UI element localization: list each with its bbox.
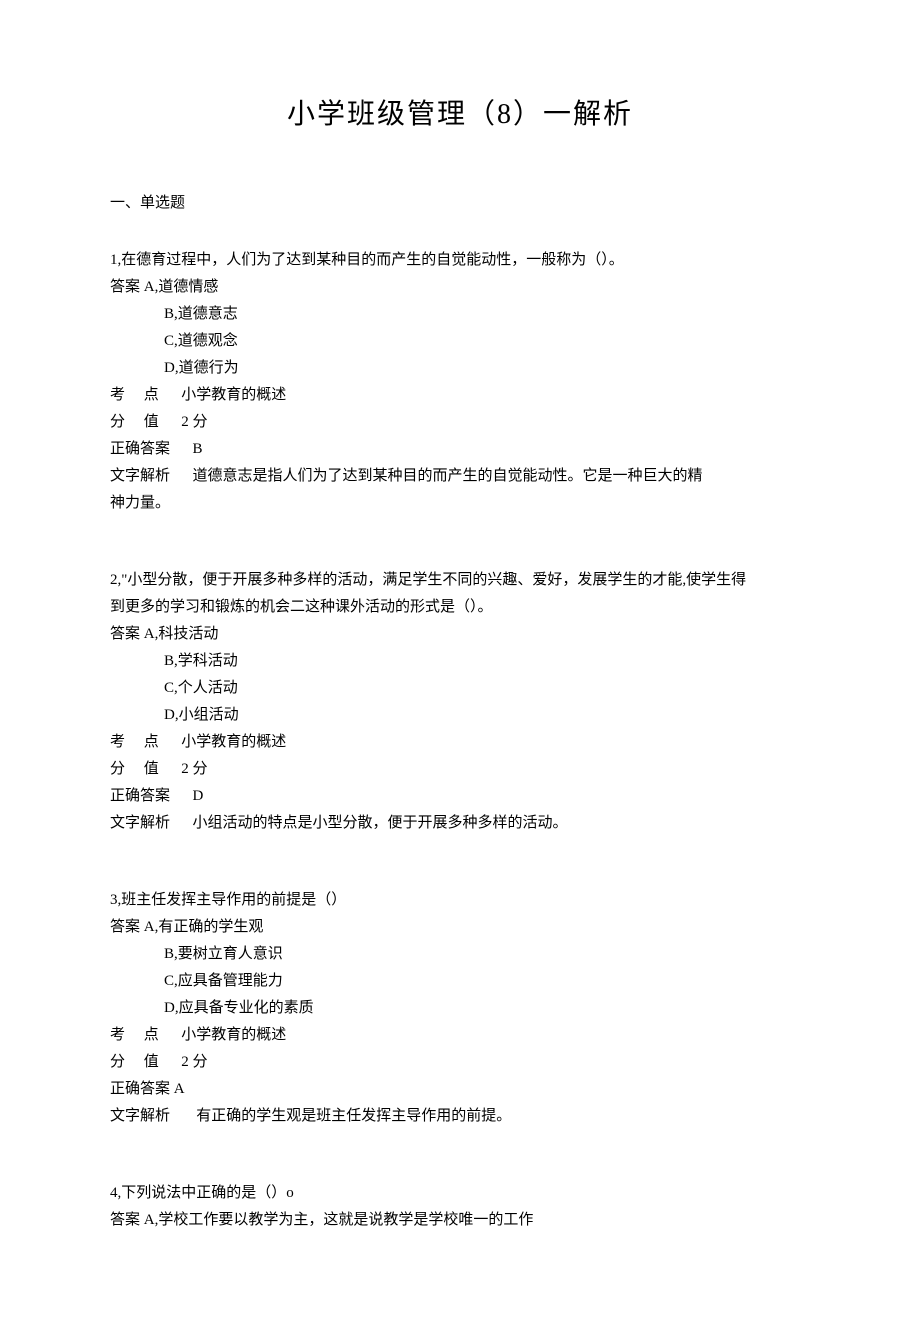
explain-row: 文字解析 小组活动的特点是小型分散，便于开展多种多样的活动。 [110,810,810,837]
correct-row: 正确答案 D [110,783,810,810]
section-header: 一、单选题 [110,190,810,217]
explain-row: 文字解析 道德意志是指人们为了达到某种目的而产生的自觉能动性。它是一种巨大的精 [110,463,810,490]
score-value: 2 分 [181,409,207,436]
score-label: 分 值 [110,409,159,436]
correct-row: 正确答案 A [110,1076,810,1103]
answer-a-line: 答案 A,道德情感 [110,274,810,301]
answer-a-line: 答案 A,有正确的学生观 [110,914,810,941]
topic-label: 考 点 [110,382,159,409]
score-value: 2 分 [181,1049,207,1076]
answer-a-line: 答案 A,科技活动 [110,621,810,648]
question-2: 2,"小型分散，便于开展多种多样的活动，满足学生不同的兴趣、爱好，发展学生的才能… [110,567,810,837]
explain-label: 文字解析 [110,1103,170,1130]
option-d: D,道德行为 [110,355,810,382]
option-d: D,应具备专业化的素质 [110,995,810,1022]
q3-number: 3, [110,892,121,908]
option-a-text: 科技活动 [158,626,218,642]
question-stem-line2: 到更多的学习和锻炼的机会二这种课外活动的形式是（）。 [110,594,810,621]
answer-prefix: 答案 A, [110,919,158,935]
explain-continuation: 神力量。 [110,490,810,517]
option-b: B,学科活动 [110,648,810,675]
score-row: 分 值 2 分 [110,756,810,783]
question-stem-line1: 2,"小型分散，便于开展多种多样的活动，满足学生不同的兴趣、爱好，发展学生的才能… [110,567,810,594]
correct-label: 正确答案 A [110,1076,185,1103]
option-b: B,要树立育人意识 [110,941,810,968]
option-a-text: 学校工作要以教学为主，这就是说教学是学校唯一的工作 [158,1212,533,1228]
q1-stem: 在德育过程中，人们为了达到某种目的而产生的自觉能动性，一般称为（）。 [121,252,624,268]
option-c: C,道德观念 [110,328,810,355]
question-stem: 4,下列说法中正确的是（）o [110,1180,810,1207]
option-c: C,个人活动 [110,675,810,702]
explain-label: 文字解析 [110,463,170,490]
option-d: D,小组活动 [110,702,810,729]
score-row: 分 值 2 分 [110,409,810,436]
topic-row: 考 点 小学教育的概述 [110,1022,810,1049]
topic-value: 小学教育的概述 [181,729,286,756]
question-stem: 3,班主任发挥主导作用的前提是（） [110,887,810,914]
answer-prefix: 答案 A, [110,279,158,295]
q1-number: 1, [110,252,121,268]
question-3: 3,班主任发挥主导作用的前提是（） 答案 A,有正确的学生观 B,要树立育人意识… [110,887,810,1130]
q4-stem: 下列说法中正确的是（）o [121,1185,294,1201]
explain-value: 小组活动的特点是小型分散，便于开展多种多样的活动。 [193,810,568,837]
q4-number: 4, [110,1185,121,1201]
answer-prefix: 答案 A, [110,626,158,642]
topic-label: 考 点 [110,729,159,756]
explain-label: 文字解析 [110,810,170,837]
option-c: C,应具备管理能力 [110,968,810,995]
document-title: 小学班级管理（8）一解析 [110,90,810,140]
explain-row: 文字解析 有正确的学生观是班主任发挥主导作用的前提。 [110,1103,810,1130]
correct-value: B [193,436,203,463]
question-stem: 1,在德育过程中，人们为了达到某种目的而产生的自觉能动性，一般称为（）。 [110,247,810,274]
score-label: 分 值 [110,756,159,783]
answer-a-line: 答案 A,学校工作要以教学为主，这就是说教学是学校唯一的工作 [110,1207,810,1234]
correct-row: 正确答案 B [110,436,810,463]
correct-label: 正确答案 [110,783,170,810]
correct-label: 正确答案 [110,436,170,463]
topic-value [159,382,182,409]
option-a-text: 有正确的学生观 [158,919,263,935]
score-label: 分 值 [110,1049,159,1076]
question-4: 4,下列说法中正确的是（）o 答案 A,学校工作要以教学为主，这就是说教学是学校… [110,1180,810,1234]
score-value: 2 分 [181,756,207,783]
option-a-text: 道德情感 [158,279,218,295]
topic-value: 小学教育的概述 [181,1022,286,1049]
topic-label: 考 点 [110,1022,159,1049]
question-1: 1,在德育过程中，人们为了达到某种目的而产生的自觉能动性，一般称为（）。 答案 … [110,247,810,517]
q3-stem: 班主任发挥主导作用的前提是（） [121,892,346,908]
correct-value: D [193,783,204,810]
option-b: B,道德意志 [110,301,810,328]
topic-row: 考 点 小学教育的概述 [110,382,810,409]
answer-prefix: 答案 A, [110,1212,158,1228]
score-row: 分 值 2 分 [110,1049,810,1076]
explain-value: 道德意志是指人们为了达到某种目的而产生的自觉能动性。它是一种巨大的精 [193,463,703,490]
explain-value: 有正确的学生观是班主任发挥主导作用的前提。 [196,1103,511,1130]
topic-row: 考 点 小学教育的概述 [110,729,810,756]
